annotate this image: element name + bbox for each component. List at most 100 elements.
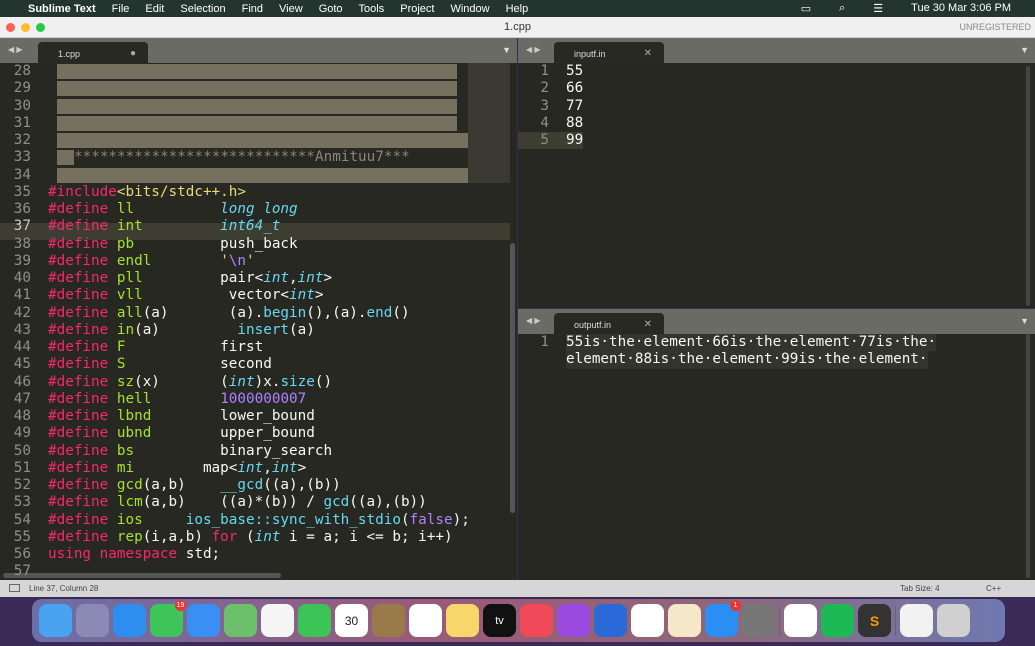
tab-1cpp[interactable]: 1.cpp ● (38, 42, 148, 63)
menu-help[interactable]: Help (506, 3, 529, 15)
dock-podcasts[interactable] (557, 604, 590, 637)
dot-icon[interactable]: ● (130, 48, 136, 59)
code-token: vector< (142, 287, 290, 304)
syntax-selector[interactable]: C++ (986, 584, 1001, 593)
dock-music[interactable] (520, 604, 553, 637)
tab-nav-arrows-icon[interactable]: ◀ ▶ (8, 45, 23, 54)
code-token: #define (48, 511, 117, 528)
search-icon[interactable]: ⌕ (839, 2, 845, 15)
dock-tv[interactable]: tv (483, 604, 516, 637)
input-line: 88 (566, 114, 584, 131)
menu-find[interactable]: Find (242, 3, 263, 15)
dock-chrome[interactable] (784, 604, 817, 637)
menu-window[interactable]: Window (450, 3, 489, 15)
code-token: mi (116, 459, 135, 476)
title-bar: 1.cpp UNREGISTERED (0, 17, 1035, 38)
code-token: )x. (254, 373, 281, 390)
dock-photos[interactable] (261, 604, 294, 637)
menu-file[interactable]: File (112, 3, 130, 15)
minimap[interactable] (468, 63, 510, 183)
panel-toggle-icon[interactable] (9, 584, 20, 592)
menu-goto[interactable]: Goto (319, 3, 343, 15)
code-token: #define (48, 287, 117, 304)
tab-inputf[interactable]: inputf.in ✕ (554, 42, 664, 63)
battery-icon[interactable]: ▭ (801, 2, 811, 15)
tab-nav-arrows-icon[interactable]: ◀ ▶ (526, 316, 541, 325)
dock-messages[interactable]: 19 (150, 600, 186, 637)
output-editor[interactable]: 1 55is·the·element·66is·the·element·77is·… (518, 334, 1035, 580)
control-center-icon[interactable]: ☰ (873, 2, 883, 15)
code-token: #define (48, 321, 117, 338)
line-number: 37 (13, 218, 31, 235)
line-number: 30 (13, 97, 31, 114)
dock-calendar[interactable]: 30 (335, 604, 368, 637)
code-token: #define (48, 304, 117, 321)
code-token: #define (48, 477, 117, 493)
dock-maps[interactable] (224, 604, 257, 637)
input-editor[interactable]: 1 55 2 66 3 77 4 88 5 99 (518, 63, 1035, 308)
menu-view[interactable]: View (279, 3, 303, 15)
dock-app-store[interactable]: 1 (705, 600, 741, 637)
code-token: endl (116, 252, 152, 269)
dock-spotify[interactable] (821, 604, 854, 637)
dock-reminders[interactable] (409, 604, 442, 637)
chevron-down-icon[interactable]: ▼ (1020, 45, 1029, 55)
tab-outputf[interactable]: outputf.in ✕ (554, 313, 664, 334)
tab-size[interactable]: Tab Size: 4 (900, 584, 940, 593)
code-line: #define int int64_t (48, 218, 280, 235)
dock-launchpad[interactable] (76, 604, 109, 637)
dock-facetime[interactable] (298, 604, 331, 637)
status-bar: Line 37, Column 28 Tab Size: 4 C++ (0, 580, 1035, 597)
code-token: lbnd (116, 408, 152, 424)
sublime-text-icon: S (869, 612, 880, 629)
dock-mail[interactable] (187, 604, 220, 637)
dock-keynote[interactable] (594, 604, 627, 637)
tab-nav-arrows-icon[interactable]: ◀ ▶ (526, 45, 541, 54)
code-line: #define endl '\n' (48, 253, 255, 270)
code-token: ); (452, 511, 470, 528)
horizontal-scrollbar[interactable] (3, 573, 281, 578)
code-token: ios (116, 511, 143, 528)
code-token: #define (48, 425, 117, 442)
code-editor[interactable]: 28 29 30 31 32 33 ****************************… (0, 63, 517, 580)
dock-numbers[interactable] (631, 604, 664, 637)
menu-clock[interactable]: Tue 30 Mar 3:06 PM (911, 2, 1011, 15)
dock-pages[interactable] (668, 604, 701, 637)
code-token: size (280, 373, 315, 390)
close-icon[interactable]: ✕ (644, 319, 652, 330)
dock-trash[interactable] (937, 604, 970, 637)
line-number: 48 (13, 408, 31, 424)
dock-sublime-text[interactable]: S (858, 604, 891, 637)
code-line: using namespace std; (48, 546, 220, 563)
chevron-down-icon[interactable]: ▼ (1020, 316, 1029, 326)
dock-finder[interactable] (39, 604, 72, 637)
tab-label: 1.cpp (58, 49, 81, 59)
line-number: 33 (13, 149, 31, 166)
dock-safari[interactable] (113, 604, 146, 637)
code-line: #define ll long long (48, 201, 298, 218)
chevron-down-icon[interactable]: ▼ (502, 45, 511, 55)
code-line: #define lcm(a,b) ((a)*(b)) / gcd((a),(b)… (48, 494, 427, 511)
menu-tools[interactable]: Tools (359, 3, 385, 15)
code-token: #define (48, 356, 117, 373)
menu-edit[interactable]: Edit (145, 3, 164, 15)
code-token: int (254, 528, 281, 545)
line-number: 38 (13, 235, 31, 252)
dock-contacts[interactable] (372, 604, 405, 637)
vertical-scrollbar[interactable] (510, 243, 515, 513)
output-line: 55is·the·element·66is·the·element·77is·t… (566, 334, 937, 352)
dock-system-preferences[interactable] (742, 604, 775, 637)
code-token: upper_bound (151, 425, 315, 442)
menu-project[interactable]: Project (400, 3, 434, 15)
line-number: 31 (13, 114, 31, 131)
menu-selection[interactable]: Selection (180, 3, 225, 15)
vertical-scrollbar[interactable] (1026, 66, 1030, 306)
menu-app[interactable]: Sublime Text (28, 3, 96, 15)
close-icon[interactable]: ✕ (644, 48, 652, 59)
vertical-scrollbar[interactable] (1026, 334, 1030, 578)
code-token: (x) ( (134, 373, 229, 390)
dock-notes[interactable] (446, 604, 479, 637)
dock-document[interactable] (900, 604, 933, 637)
